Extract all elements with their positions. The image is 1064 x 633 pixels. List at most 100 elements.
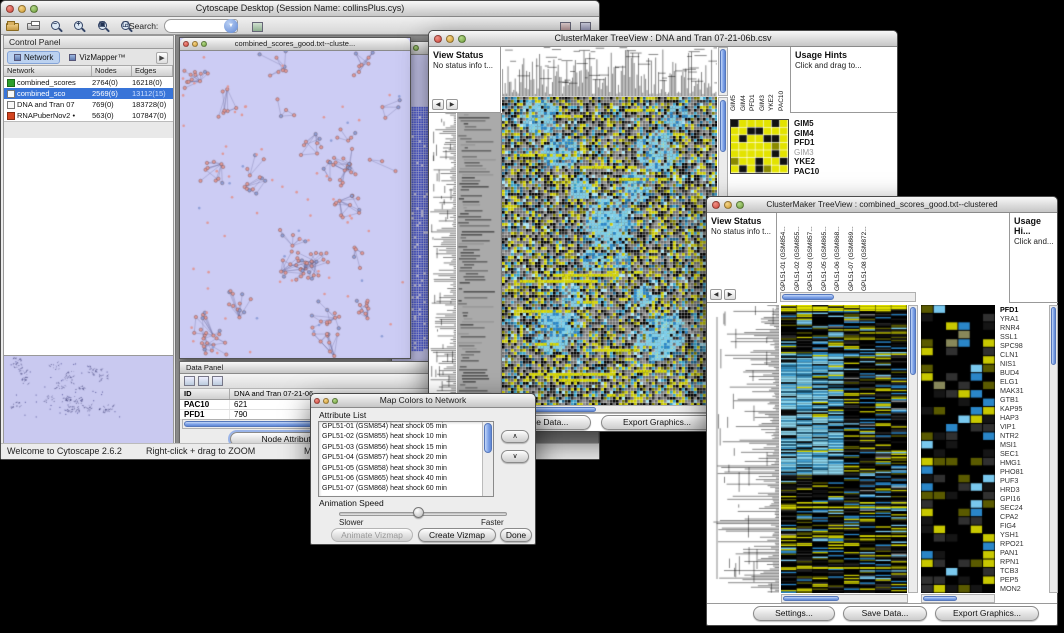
row-label[interactable]: GIM4 [794,129,854,139]
attribute-table-icon[interactable] [212,376,223,386]
column-label[interactable]: PAC10 [778,47,788,111]
search-input[interactable]: ▼ [164,19,238,33]
gene-label[interactable]: HRD3 [1000,485,1049,494]
gene-label[interactable]: YRA1 [1000,314,1049,323]
zoom-icon[interactable] [30,5,38,13]
close-icon[interactable] [183,41,189,47]
zoom-icon[interactable] [332,398,338,404]
column-label[interactable]: GPL51-03 (GSM857... [807,213,821,291]
column-header[interactable]: Nodes [92,66,132,76]
gene-label[interactable]: MAK31 [1000,386,1049,395]
edge-table-icon[interactable] [198,376,209,386]
attribute-list-item[interactable]: GPL51-03 (GSM856) heat shock 15 min [319,443,493,453]
gene-label[interactable]: PFD1 [1000,305,1049,314]
gene-label[interactable]: RPO21 [1000,539,1049,548]
attribute-list[interactable]: GPL51-01 (GSM854) heat shock 05 minGPL51… [318,421,494,497]
printer-icon[interactable] [25,18,42,34]
open-folder-icon[interactable] [4,18,21,34]
column-dendrogram-canvas[interactable] [502,47,717,97]
attribute-list-scrollbar[interactable] [482,422,493,496]
minimize-icon[interactable] [192,41,198,47]
column-label[interactable]: GPL51-06 (GSM868... [834,213,848,291]
gene-label[interactable]: NTR2 [1000,431,1049,440]
zoom-icon[interactable] [736,201,744,209]
slider-thumb[interactable] [413,507,424,518]
close-icon[interactable] [6,5,14,13]
settings-button[interactable]: Settings... [753,606,835,621]
treeview-dna-titlebar[interactable]: ClusterMaker TreeView : DNA and Tran 07-… [429,31,897,47]
zoom-icon[interactable] [413,45,419,51]
gene-label[interactable]: RNR4 [1000,323,1049,332]
tab-network[interactable]: VizMapper™ [62,51,132,64]
scrollbar-thumb[interactable] [910,307,916,375]
export-graphics-button[interactable]: Export Graphics... [601,415,713,430]
main-titlebar[interactable]: Cytoscape Desktop (Session Name: collins… [1,1,599,17]
network-view-titlebar[interactable]: combined_scores_good.txt--cluste... [180,38,410,51]
dendrogram-vscrollbar[interactable] [718,47,728,96]
row-dendrogram-canvas[interactable] [707,305,779,593]
gene-label[interactable]: VIP1 [1000,422,1049,431]
gene-label[interactable]: FIG4 [1000,521,1049,530]
row-annotation-canvas[interactable] [457,113,502,405]
gene-label[interactable]: SSL1 [1000,332,1049,341]
column-label[interactable]: GIM5 [730,47,740,111]
gene-label[interactable]: ELG1 [1000,377,1049,386]
gene-label[interactable]: SEC1 [1000,449,1049,458]
move-up-button[interactable]: ∧ [501,430,529,443]
scrollbar-thumb[interactable] [484,423,492,453]
column-label[interactable]: GPL51-02 (GSM855... [794,213,808,291]
heatmap-vscrollbar[interactable] [908,305,918,593]
chevron-down-icon[interactable]: ▼ [224,19,238,33]
minimize-icon[interactable] [446,35,454,43]
scrollbar-thumb[interactable] [1051,307,1056,365]
attribute-list-item[interactable]: GPL51-06 (GSM865) heat shock 40 min [319,474,493,484]
network-row[interactable]: combined_sco 2569(6) 13112(15) [4,88,173,99]
gene-label[interactable]: CLN1 [1000,350,1049,359]
column-label[interactable]: GPL51-08 (GSM872... [861,213,875,291]
gene-label[interactable]: PHO81 [1000,467,1049,476]
minimize-icon[interactable] [724,201,732,209]
gene-label[interactable]: GTB1 [1000,395,1049,404]
create-vizmap-button[interactable]: Create Vizmap [418,528,496,542]
prev-arrow-icon[interactable]: ◀ [432,99,444,110]
zoom-fit-icon[interactable]: ▣ [96,18,113,34]
tab-network[interactable]: Network [7,51,60,64]
scrollbar-thumb[interactable] [923,596,957,601]
gene-label[interactable]: BUD4 [1000,368,1049,377]
heatmap-hscrollbar[interactable] [781,594,908,603]
filter-icon[interactable] [250,19,267,35]
column-label[interactable]: PFD1 [749,47,759,111]
labels-hscrollbar[interactable] [780,292,916,302]
column-label[interactable]: GPL51-01 (GSM854... [780,213,794,291]
gene-label[interactable]: MSI1 [1000,440,1049,449]
gene-label[interactable]: MON2 [1000,584,1049,593]
row-label[interactable]: GIM3 [794,148,854,158]
scrollbar-thumb[interactable] [720,49,726,93]
close-icon[interactable] [434,35,442,43]
network-row[interactable]: DNA and Tran 07 769(0) 183728(0) [4,99,173,110]
done-button[interactable]: Done [500,528,532,542]
network-row[interactable]: combined_scores 2764(0) 16218(0) [4,77,173,88]
treeview-combined-titlebar[interactable]: ClusterMaker TreeView : combined_scores_… [707,197,1057,213]
gene-label[interactable]: YSH1 [1000,530,1049,539]
gene-label[interactable]: SEC24 [1000,503,1049,512]
column-label[interactable]: GPL51-05 (GSM865... [821,213,835,291]
gene-label[interactable]: PEP5 [1000,575,1049,584]
column-label[interactable]: YKE2 [768,47,778,111]
node-table-icon[interactable] [184,376,195,386]
minimize-icon[interactable] [18,5,26,13]
attribute-list-item[interactable]: GPL51-07 (GSM868) heat shock 60 min [319,484,493,494]
heatmap-canvas[interactable] [781,305,907,593]
network-overview-canvas[interactable] [4,355,173,448]
attribute-list-item[interactable]: GPL51-05 (GSM858) heat shock 30 min [319,464,493,474]
row-dendrogram-canvas[interactable] [429,113,456,405]
scrollbar-thumb[interactable] [782,294,834,300]
animate-vizmap-button[interactable]: Animate Vizmap [331,528,413,542]
secondary-heatmap-canvas[interactable] [921,305,995,593]
dialog-titlebar[interactable]: Map Colors to Network [311,394,535,408]
column-label[interactable]: GIM4 [740,47,750,111]
gene-label[interactable]: RPN1 [1000,557,1049,566]
secondary-hscrollbar[interactable] [921,594,995,603]
gene-label[interactable]: CPA2 [1000,512,1049,521]
column-header[interactable]: ID [180,389,230,399]
